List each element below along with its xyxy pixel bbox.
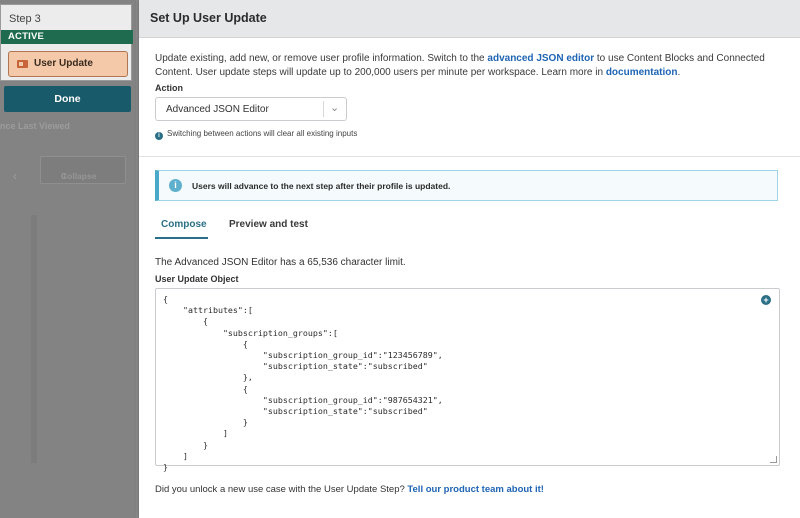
active-tab-indicator bbox=[155, 237, 208, 239]
info-circle-icon: i bbox=[169, 179, 182, 192]
active-status-bar: ACTIVE bbox=[1, 30, 133, 44]
action-label: Action bbox=[155, 83, 183, 93]
feedback-text: Did you unlock a new use case with the U… bbox=[155, 484, 544, 495]
user-update-modal: Set Up User Update Update existing, add … bbox=[139, 0, 800, 518]
since-last-viewed-label: nce Last Viewed bbox=[0, 121, 70, 131]
canvas-scrollbar bbox=[31, 215, 37, 463]
action-hint: i Switching between actions will clear al… bbox=[155, 129, 357, 140]
description-part-1: Update existing, add new, or remove user… bbox=[155, 53, 488, 64]
user-update-icon bbox=[17, 60, 28, 68]
action-select[interactable]: Advanced JSON Editor ⌄ bbox=[155, 97, 347, 121]
description-part-3: . bbox=[677, 67, 681, 78]
done-button[interactable]: Done bbox=[4, 86, 131, 112]
chevron-down-icon[interactable]: ⌄ bbox=[330, 101, 339, 114]
user-update-step-pill[interactable]: User Update bbox=[8, 51, 128, 77]
section-divider bbox=[139, 156, 800, 157]
advanced-json-editor-link[interactable]: advanced JSON editor bbox=[487, 53, 594, 64]
modal-header: Set Up User Update bbox=[139, 0, 800, 38]
tab-compose[interactable]: Compose bbox=[161, 219, 207, 230]
documentation-link[interactable]: documentation bbox=[606, 67, 678, 78]
character-limit-text: The Advanced JSON Editor has a 65,536 ch… bbox=[155, 257, 406, 268]
resize-handle-icon[interactable] bbox=[770, 456, 777, 463]
action-hint-text: Switching between actions will clear all… bbox=[167, 129, 358, 138]
description-text: Update existing, add new, or remove user… bbox=[155, 52, 795, 80]
json-editor[interactable]: { "attributes":[ { "subscription_groups"… bbox=[155, 288, 780, 472]
banner-text: Users will advance to the next step afte… bbox=[192, 181, 451, 191]
step-name-label: User Update bbox=[34, 58, 93, 69]
step-card[interactable]: Step 3 ACTIVE User Update bbox=[0, 4, 133, 81]
chevron-left-icon: ‹ bbox=[13, 169, 17, 183]
action-section: Update existing, add new, or remove user… bbox=[139, 38, 800, 158]
feedback-link[interactable]: Tell our product team about it! bbox=[407, 484, 544, 495]
editor-tabs: Compose Preview and test bbox=[155, 216, 555, 240]
canvas-background: Step 3 ACTIVE User Update Done nce Last … bbox=[0, 0, 136, 518]
json-code[interactable]: { "attributes":[ { "subscription_groups"… bbox=[163, 294, 443, 473]
collapse-count: 0 bbox=[61, 171, 66, 181]
select-separator bbox=[323, 101, 324, 117]
action-select-value: Advanced JSON Editor bbox=[166, 104, 269, 115]
feedback-prompt: Did you unlock a new use case with the U… bbox=[155, 484, 408, 495]
plus-circle-icon[interactable]: + bbox=[761, 295, 771, 305]
step-number-label: Step 3 bbox=[9, 13, 41, 25]
info-banner: i Users will advance to the next step af… bbox=[155, 170, 778, 201]
collapse-tab: Collapse 0 bbox=[40, 156, 126, 184]
tab-preview-and-test[interactable]: Preview and test bbox=[229, 219, 308, 230]
info-icon: i bbox=[155, 132, 163, 140]
user-update-object-label: User Update Object bbox=[155, 274, 239, 284]
collapse-label: Collapse bbox=[61, 171, 97, 181]
modal-title: Set Up User Update bbox=[150, 11, 267, 25]
